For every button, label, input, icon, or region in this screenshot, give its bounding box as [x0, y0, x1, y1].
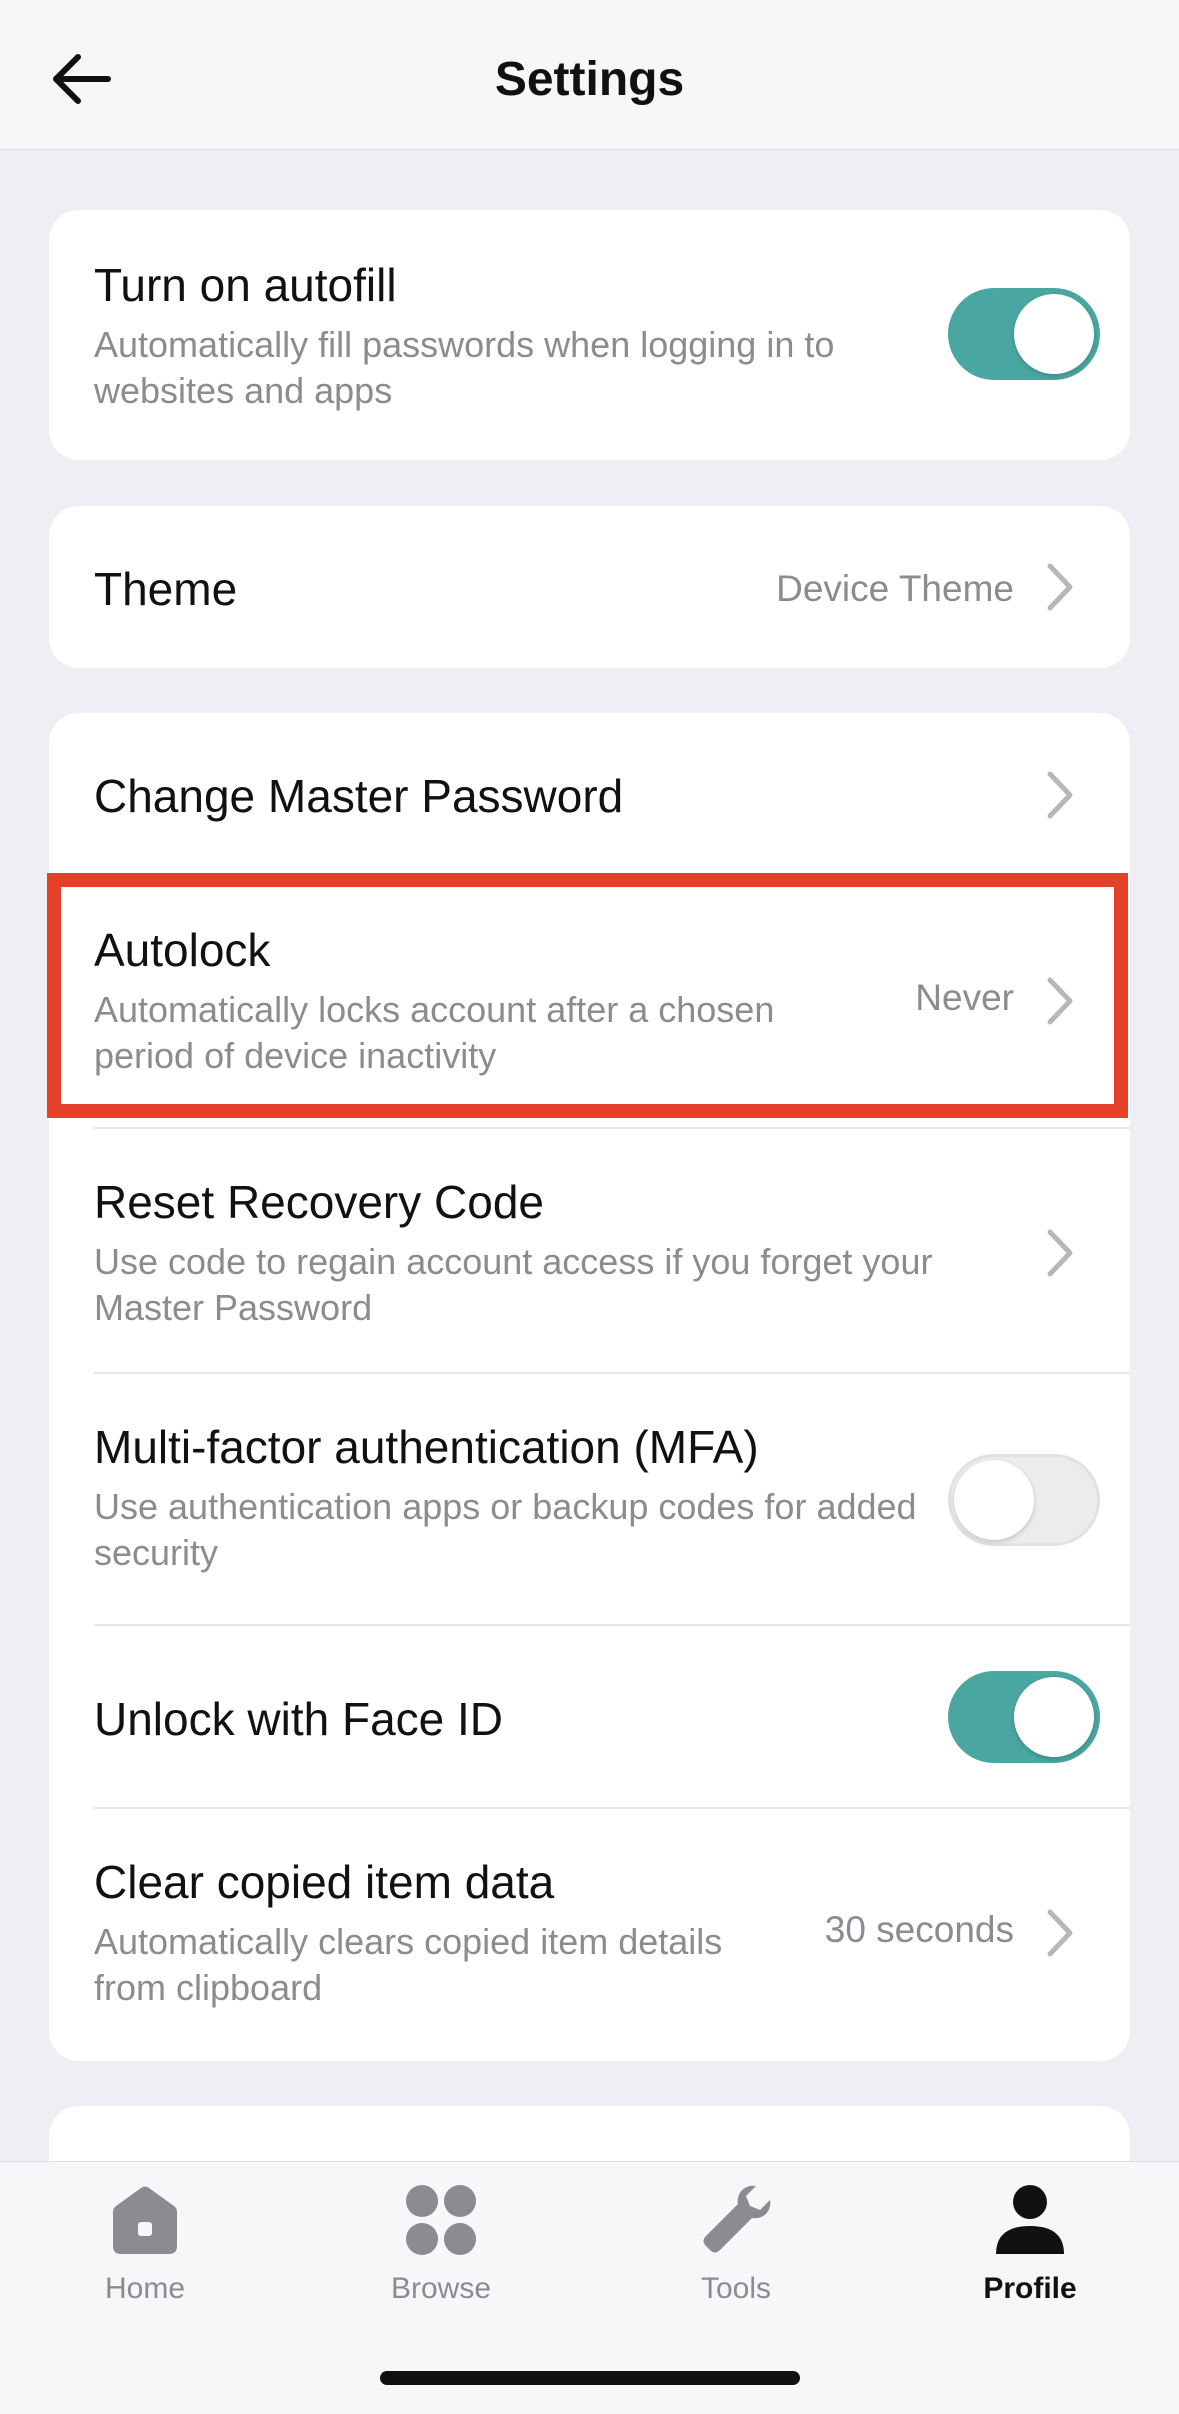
reset-recovery-title: Reset Recovery Code — [94, 1176, 544, 1228]
mfa-row: Multi-factor authentication (MFA) Use au… — [49, 1374, 1130, 1624]
face-id-title: Unlock with Face ID — [94, 1693, 504, 1745]
autofill-subtitle: Automatically fill passwords when loggin… — [94, 324, 835, 411]
face-id-row: Unlock with Face ID — [49, 1626, 1130, 1807]
tab-browse-label: Browse — [390, 2272, 492, 2305]
person-icon — [996, 2185, 1064, 2254]
autofill-row: Turn on autofill Automatically fill pass… — [49, 210, 1130, 460]
toggle-knob — [954, 1460, 1034, 1540]
page-title: Settings — [494, 53, 685, 106]
mfa-title: Multi-factor authentication (MFA) — [94, 1421, 759, 1473]
clear-copied-subtitle: Automatically clears copied item details… — [94, 1921, 723, 2008]
mfa-toggle[interactable] — [948, 1454, 1100, 1546]
reset-recovery-code-row[interactable]: Reset Recovery Code Use code to regain a… — [49, 1129, 1130, 1379]
tab-home[interactable]: Home — [45, 2182, 245, 2342]
chevron-right-icon — [1047, 1909, 1073, 1957]
autofill-card: Turn on autofill Automatically fill pass… — [49, 210, 1130, 460]
home-indicator — [380, 2371, 800, 2385]
chevron-right-icon — [1047, 1229, 1073, 1277]
wrench-icon — [703, 2185, 771, 2253]
face-id-toggle[interactable] — [948, 1671, 1100, 1763]
home-icon — [113, 2186, 177, 2254]
chevron-right-icon — [1047, 563, 1073, 611]
clear-copied-title: Clear copied item data — [94, 1856, 555, 1908]
tab-profile[interactable]: Profile — [930, 2182, 1130, 2342]
autolock-title: Autolock — [94, 924, 271, 976]
tab-home-label: Home — [104, 2272, 186, 2305]
mfa-subtitle: Use authentication apps or backup codes … — [94, 1486, 917, 1573]
chevron-right-icon — [1047, 977, 1073, 1025]
tab-tools-label: Tools — [700, 2272, 772, 2305]
autolock-row[interactable]: Autolock Automatically locks account aft… — [49, 875, 1130, 1127]
theme-title: Theme — [94, 563, 238, 615]
grid-icon — [406, 2185, 476, 2255]
tab-browse[interactable]: Browse — [341, 2182, 541, 2342]
tab-profile-label: Profile — [983, 2272, 1077, 2305]
change-master-password-row[interactable]: Change Master Password — [49, 713, 1130, 875]
security-card: Change Master Password Autolock Automati… — [49, 713, 1130, 2061]
toggle-knob — [1014, 294, 1094, 374]
clear-copied-row[interactable]: Clear copied item data Automatically cle… — [49, 1809, 1130, 2061]
theme-card: Theme Device Theme — [49, 506, 1130, 668]
tab-tools[interactable]: Tools — [636, 2182, 836, 2342]
autofill-toggle[interactable] — [948, 288, 1100, 380]
theme-value: Device Theme — [776, 568, 1014, 609]
clear-copied-value: 30 seconds — [824, 1909, 1014, 1950]
autolock-value: Never — [915, 977, 1014, 1018]
chevron-right-icon — [1047, 771, 1073, 819]
change-master-password-title: Change Master Password — [94, 770, 624, 822]
nav-header: Settings — [0, 0, 1179, 150]
reset-recovery-subtitle: Use code to regain account access if you… — [94, 1241, 933, 1328]
autolock-subtitle: Automatically locks account after a chos… — [94, 989, 775, 1076]
autofill-title: Turn on autofill — [94, 259, 397, 311]
toggle-knob — [1014, 1677, 1094, 1757]
theme-row[interactable]: Theme Device Theme — [49, 506, 1130, 668]
